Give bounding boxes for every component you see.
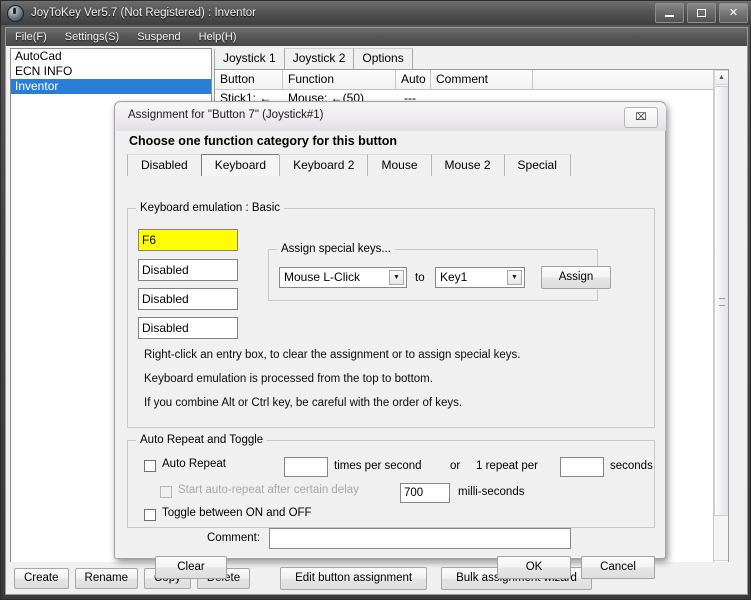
milli-seconds-label: milli-seconds [458, 486, 525, 498]
dialog-title: Assignment for "Button 7" (Joystick#1) [128, 109, 324, 121]
or-label: or [450, 460, 461, 472]
minimize-button[interactable] [655, 3, 684, 23]
key-field-3[interactable]: Disabled [138, 288, 238, 310]
column-header-comment[interactable]: Comment [431, 70, 533, 89]
dialog-body: Choose one function category for this bu… [125, 132, 657, 579]
rename-button[interactable]: Rename [74, 567, 138, 589]
close-icon: ⌧ [635, 112, 647, 123]
to-label: to [415, 272, 425, 284]
dialog-titlebar: Assignment for "Button 7" (Joystick#1) ⌧ [116, 103, 666, 131]
tab-mouse-2[interactable]: Mouse 2 [430, 154, 505, 176]
assign-button[interactable]: Assign [541, 266, 611, 289]
info-line-2: Keyboard emulation is processed from the… [144, 373, 433, 385]
main-tabstrip: Joystick 1 Joystick 2 Options [214, 48, 421, 69]
comment-label: Comment: [207, 532, 261, 544]
dialog-heading: Choose one function category for this bu… [129, 134, 398, 148]
chevron-down-icon[interactable]: ▼ [389, 270, 404, 285]
minimize-icon [665, 14, 674, 17]
window-titlebar: JoyToKey Ver5.7 (Not Registered) : Inven… [1, 1, 751, 25]
keyboard-emulation-title: Keyboard emulation : Basic [136, 202, 284, 214]
toggle-on-off-label: Toggle between ON and OFF [162, 507, 312, 519]
tab-mouse[interactable]: Mouse [367, 154, 432, 176]
tab-options[interactable]: Options [353, 48, 413, 69]
special-key-source-value: Mouse L-Click [284, 270, 361, 284]
special-key-target-select[interactable]: Key1 ▼ [435, 267, 525, 288]
tab-special[interactable]: Special [503, 154, 571, 176]
repeat-rate-input[interactable] [284, 457, 328, 477]
auto-repeat-toggle-group: Auto Repeat and Toggle Auto Repeat times… [127, 434, 655, 528]
start-delay-checkbox [160, 486, 172, 498]
joystick-icon [7, 4, 24, 22]
create-button[interactable]: Create [14, 567, 69, 589]
toggle-on-off-checkbox[interactable] [144, 509, 156, 521]
start-delay-label: Start auto-repeat after certain delay [178, 484, 359, 496]
info-line-3: If you combine Alt or Ctrl key, be caref… [144, 397, 463, 409]
menu-suspend[interactable]: Suspend [128, 28, 189, 46]
tab-disabled[interactable]: Disabled [127, 154, 202, 176]
cancel-button[interactable]: Cancel [581, 556, 655, 579]
repeat-seconds-input[interactable] [560, 457, 604, 477]
column-header-blank[interactable] [533, 70, 714, 89]
profile-item-inventor[interactable]: Inventor [11, 79, 211, 94]
close-icon: ✕ [728, 6, 739, 19]
key-field-1[interactable]: F6 [138, 229, 238, 251]
profile-item-autocad[interactable]: AutoCad [11, 49, 211, 64]
scrollbar-thumb[interactable] [714, 86, 728, 516]
menu-bar: File(F) Settings(S) Suspend Help(H) [6, 28, 747, 46]
assign-special-keys-group: Assign special keys... Mouse L-Click ▼ t… [268, 243, 611, 301]
edit-button-assignment-button[interactable]: Edit button assignment [280, 566, 428, 590]
comment-input[interactable] [269, 528, 571, 549]
one-repeat-per-label: 1 repeat per [476, 460, 539, 472]
clear-button[interactable]: Clear [155, 556, 227, 579]
dialog-close-button[interactable]: ⌧ [624, 107, 658, 128]
key-field-4[interactable]: Disabled [138, 317, 238, 339]
window-title: JoyToKey Ver5.7 (Not Registered) : Inven… [31, 7, 256, 19]
chevron-down-icon[interactable]: ▼ [507, 270, 522, 285]
menu-help[interactable]: Help(H) [190, 28, 246, 46]
table-header-row: Button Function Auto Comment [215, 70, 728, 90]
table-scrollbar[interactable]: ▲ ▼ [713, 70, 728, 575]
tabstrip-filler [411, 50, 421, 69]
tab-keyboard-2[interactable]: Keyboard 2 [279, 154, 369, 176]
window-controls: ✕ [655, 3, 748, 23]
tab-keyboard[interactable]: Keyboard [200, 154, 281, 176]
menu-file[interactable]: File(F) [6, 28, 56, 46]
assign-special-keys-title: Assign special keys... [277, 243, 395, 255]
tab-joystick-2[interactable]: Joystick 2 [283, 48, 355, 69]
seconds-label: seconds [610, 460, 653, 472]
auto-repeat-checkbox[interactable] [144, 460, 156, 472]
auto-repeat-label: Auto Repeat [162, 458, 226, 470]
ok-button[interactable]: OK [497, 556, 571, 579]
maximize-icon [697, 9, 706, 17]
scroll-up-icon[interactable]: ▲ [714, 70, 728, 85]
special-key-source-select[interactable]: Mouse L-Click ▼ [279, 267, 407, 288]
assignment-dialog: Assignment for "Button 7" (Joystick#1) ⌧… [114, 101, 666, 579]
auto-repeat-group-title: Auto Repeat and Toggle [136, 434, 268, 446]
column-header-function[interactable]: Function [283, 70, 396, 89]
key-field-2[interactable]: Disabled [138, 259, 238, 281]
start-delay-input[interactable]: 700 [400, 483, 450, 503]
menu-settings[interactable]: Settings(S) [56, 28, 128, 46]
times-per-second-label: times per second [334, 460, 422, 472]
keyboard-emulation-group: Keyboard emulation : Basic F6 Disabled D… [127, 202, 655, 428]
dialog-tabstrip-filler [569, 156, 581, 176]
tab-joystick-1[interactable]: Joystick 1 [214, 48, 285, 69]
column-header-auto[interactable]: Auto [396, 70, 431, 89]
special-key-target-value: Key1 [440, 270, 468, 284]
maximize-button[interactable] [687, 3, 716, 23]
application-window: JoyToKey Ver5.7 (Not Registered) : Inven… [0, 0, 751, 600]
profile-item-ecn-info[interactable]: ECN INFO [11, 64, 211, 79]
dialog-tabstrip: Disabled Keyboard Keyboard 2 Mouse Mouse… [127, 154, 581, 176]
column-header-button[interactable]: Button [215, 70, 283, 89]
close-button[interactable]: ✕ [719, 3, 748, 23]
info-line-1: Right-click an entry box, to clear the a… [144, 349, 521, 361]
